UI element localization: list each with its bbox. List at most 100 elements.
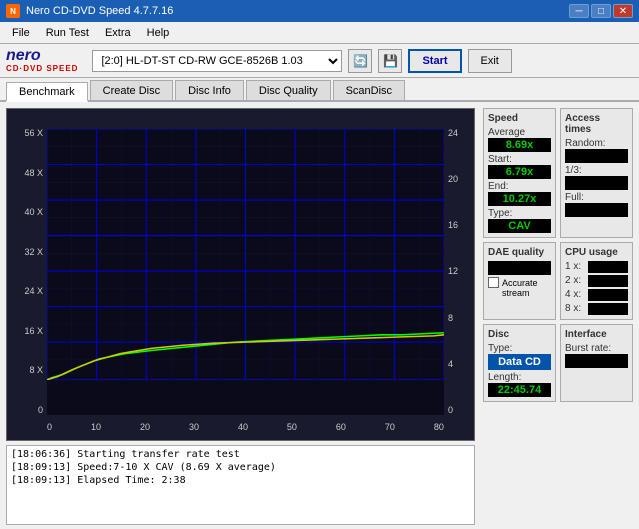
cpu-title: CPU usage [565,247,628,258]
y-label-0: 0 [7,406,47,415]
maximize-button[interactable]: □ [591,4,611,18]
chart-section: 56 X 48 X 40 X 32 X 24 X 16 X 8 X 0 [0,102,479,529]
chart-container: 56 X 48 X 40 X 32 X 24 X 16 X 8 X 0 [6,108,475,441]
right-panel: Speed Average 8.69x Start: 6.79x End: 10… [479,102,639,529]
titlebar-title: Nero CD-DVD Speed 4.7.7.16 [26,5,173,17]
x-label-60: 60 [336,422,346,432]
y-label-24: 24 X [7,287,47,296]
tab-disc-quality[interactable]: Disc Quality [246,80,331,100]
access-onethird-label: 1/3: [565,165,628,176]
x-label-70: 70 [385,422,395,432]
chart-inner [47,129,444,415]
tab-benchmark[interactable]: Benchmark [6,82,88,102]
y-label-8: 8 X [7,366,47,375]
access-onethird-value [565,176,628,190]
close-button[interactable]: ✕ [613,4,633,18]
speed-start-label: Start: [488,154,551,165]
interface-title: Interface [565,329,628,340]
access-title: Access times [565,113,628,135]
app-icon: N [6,4,20,18]
y-label-16: 16 X [7,327,47,336]
exit-button[interactable]: Exit [468,49,512,73]
disc-length-value: 22:45.74 [488,383,551,397]
log-entry-0: [18:06:36] Starting transfer rate test [11,448,470,461]
y-label-r-16: 16 [444,221,474,230]
tab-disc-info[interactable]: Disc Info [175,80,244,100]
accurate-stream-row: Accurate [488,277,551,288]
disc-title: Disc [488,329,551,340]
menu-run-test[interactable]: Run Test [38,25,97,41]
y-label-r-8: 8 [444,314,474,323]
speed-type-label: Type: [488,208,551,219]
menu-extra[interactable]: Extra [97,25,139,41]
y-label-48: 48 X [7,169,47,178]
accurate-stream-checkbox[interactable] [488,277,499,288]
speed-type-value: CAV [488,219,551,233]
log-area[interactable]: [18:06:36] Starting transfer rate test [… [6,445,475,525]
interface-panel: Interface Burst rate: [560,324,633,402]
x-label-10: 10 [91,422,101,432]
titlebar: N Nero CD-DVD Speed 4.7.7.16 ─ □ ✕ [0,0,639,22]
disc-type-label: Type: [488,343,551,354]
x-label-0: 0 [47,422,52,432]
tab-create-disc[interactable]: Create Disc [90,80,173,100]
menubar: File Run Test Extra Help [0,22,639,44]
disc-length-label: Length: [488,372,551,383]
logo-nero: nero [6,48,41,64]
speed-panel: Speed Average 8.69x Start: 6.79x End: 10… [483,108,556,238]
y-label-32: 32 X [7,248,47,257]
y-label-r-20: 20 [444,175,474,184]
save-button[interactable]: 💾 [378,49,402,73]
cpu-4x-label: 4 x: [565,289,581,301]
log-wrapper: [18:06:36] Starting transfer rate test [… [6,441,475,525]
access-full-label: Full: [565,192,628,203]
speed-end-value: 10.27x [488,192,551,206]
burst-label: Burst rate: [565,343,628,354]
x-label-40: 40 [238,422,248,432]
access-panel: Access times Random: 1/3: Full: [560,108,633,238]
access-random-label: Random: [565,138,628,149]
cpu-1x-label: 1 x: [565,261,581,273]
menu-file[interactable]: File [4,25,38,41]
x-label-50: 50 [287,422,297,432]
minimize-button[interactable]: ─ [569,4,589,18]
y-label-r-4: 4 [444,360,474,369]
drive-selector[interactable]: [2:0] HL-DT-ST CD-RW GCE-8526B 1.03 [92,50,342,72]
accurate-label: Accurate [502,278,538,288]
titlebar-left: N Nero CD-DVD Speed 4.7.7.16 [6,4,173,18]
log-entry-1: [18:09:13] Speed:7-10 X CAV (8.69 X aver… [11,461,470,474]
y-label-40: 40 X [7,208,47,217]
burst-value [565,354,628,368]
access-random-value [565,149,628,163]
dae-value [488,261,551,275]
x-label-30: 30 [189,422,199,432]
access-full-value [565,203,628,217]
tabs: Benchmark Create Disc Disc Info Disc Qua… [0,78,639,102]
tab-scan-disc[interactable]: ScanDisc [333,80,405,100]
x-label-80: 80 [434,422,444,432]
cpu-2x-label: 2 x: [565,275,581,287]
y-label-r-12: 12 [444,267,474,276]
chart-svg [47,129,444,380]
menu-help[interactable]: Help [139,25,178,41]
toolbar: nero CD·DVD SPEED [2:0] HL-DT-ST CD-RW G… [0,44,639,78]
y-axis-left: 56 X 48 X 40 X 32 X 24 X 16 X 8 X 0 [7,129,47,415]
cpu-8x-value [588,303,628,315]
disc-panel: Disc Type: Data CD Length: 22:45.74 [483,324,556,402]
dae-title: DAE quality [488,247,551,258]
stream-label: stream [502,288,551,298]
speed-title: Speed [488,113,551,124]
x-axis: 0 10 20 30 40 50 60 70 80 [47,422,444,432]
y-label-r-0: 0 [444,406,474,415]
x-label-20: 20 [140,422,150,432]
refresh-button[interactable]: 🔄 [348,49,372,73]
start-button[interactable]: Start [408,49,461,73]
y-label-r-24: 24 [444,129,474,138]
logo-sub: CD·DVD SPEED [6,64,78,73]
cpu-panel: CPU usage 1 x: 2 x: 4 x: 8 x: [560,242,633,320]
main-content: 56 X 48 X 40 X 32 X 24 X 16 X 8 X 0 [0,102,639,529]
log-entry-2: [18:09:13] Elapsed Time: 2:38 [11,474,470,487]
dae-panel: DAE quality Accurate stream [483,242,556,320]
speed-average-value: 8.69x [488,138,551,152]
y-label-56: 56 X [7,129,47,138]
